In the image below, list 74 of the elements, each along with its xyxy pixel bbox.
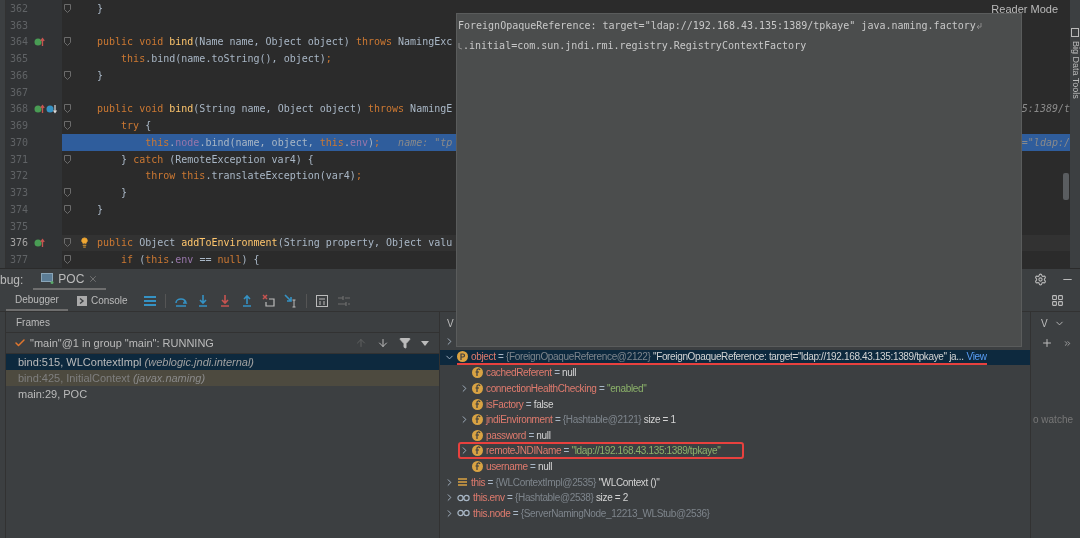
filter-icon[interactable]	[399, 337, 411, 349]
console-icon	[76, 295, 87, 306]
override-icon[interactable]	[34, 237, 45, 248]
monitor-icon	[41, 273, 55, 284]
layout-icon[interactable]	[142, 293, 157, 308]
trace-icon[interactable]	[336, 293, 351, 308]
code-line: if (this.env == null) {	[120, 253, 260, 268]
fold-marker-icon[interactable]	[63, 104, 71, 114]
override-icon[interactable]	[34, 103, 45, 114]
fold-marker-icon[interactable]	[63, 37, 71, 47]
override-icon[interactable]	[34, 36, 45, 47]
soft-wrap-icon	[975, 21, 983, 30]
variable-entry[interactable]: cachedReferent = null	[486, 365, 577, 381]
variable-entry[interactable]: password = null	[486, 427, 551, 443]
tooltip-text: .initial=com.sun.jndi.rmi.registry.RegistryContextFactory	[463, 39, 807, 53]
debugger-tab[interactable]: Debugger	[6, 290, 68, 311]
code-line: this.node.bind(name, object, this.env); name: "tp	[144, 135, 453, 150]
stack-frame[interactable]: main:29, POC	[6, 386, 439, 402]
inline-value-hint: 5:1389/t	[1021, 102, 1070, 117]
code-line: try {	[120, 119, 152, 134]
dropdown-caret-icon[interactable]	[421, 340, 429, 346]
variable-entry[interactable]: this.env = {Hashtable@2538} size = 2	[473, 490, 628, 506]
variable-entry[interactable]: isFactory = false	[486, 396, 554, 412]
database-icon[interactable]	[1071, 28, 1079, 37]
down-arrow-icon[interactable]	[377, 337, 389, 349]
lightbulb-icon[interactable]	[79, 237, 90, 249]
stack-frame[interactable]: bind:515, WLContextImpl (weblogic.jndi.internal)	[6, 354, 439, 370]
code-line: public void bind(Name name, Object object) throws NamingExc	[97, 35, 453, 50]
fold-marker-icon[interactable]	[63, 238, 71, 248]
code-line: public Object addToEnvironment(String property, Object valu	[97, 236, 453, 251]
implemented-icon[interactable]	[46, 103, 57, 114]
add-watch-icon[interactable]	[1041, 337, 1053, 349]
wrap-mark-icon	[458, 41, 463, 50]
tooltip-text: ForeignOpaqueReference: target="ldap://192.168.43.135:1389/tpkaye" java.naming.factory	[458, 19, 976, 33]
variable-entry[interactable]: connectionHealthChecking = "enabled"	[486, 381, 647, 397]
panel-title: bug:	[0, 271, 25, 289]
panel-header: Frames	[16, 315, 50, 330]
layout-grid-icon[interactable]	[1051, 294, 1064, 307]
fold-marker-icon[interactable]	[63, 188, 71, 198]
close-icon[interactable]	[88, 273, 99, 284]
panel-header: V	[447, 316, 454, 331]
code-line: }	[97, 1, 104, 16]
code-line: public void bind(String name, Object object) throws NamingE	[97, 102, 453, 117]
fold-marker-icon[interactable]	[63, 154, 71, 164]
code-line: }	[97, 202, 104, 217]
code-line: throw this.translateException(var4);	[144, 169, 362, 184]
variable-entry[interactable]: object = {ForeignOpaqueReference@2122} "ForeignOpaqueReference: target="ldap://192.168.43.135:1389/tpkaye" ja...	[471, 348, 964, 364]
code-line: this.bind(name.toString(), object);	[120, 52, 332, 67]
inline-value-hint: ="ldap:/	[1021, 135, 1070, 150]
calculator-icon[interactable]	[314, 293, 329, 308]
debugger-tab[interactable]: Console	[67, 290, 137, 311]
variable-entry[interactable]: jndiEnvironment = {Hashtable@2121} size = 1	[486, 412, 676, 428]
fold-marker-icon[interactable]	[63, 255, 71, 265]
more-icon[interactable]	[1063, 338, 1072, 348]
code-line: } catch (RemoteException var4) {	[120, 152, 314, 167]
fold-marker-icon[interactable]	[63, 70, 71, 80]
run-to-cursor-icon[interactable]	[283, 293, 298, 308]
fold-marker-icon[interactable]	[63, 204, 71, 214]
drop-frame-icon[interactable]	[261, 293, 276, 308]
settings-icon[interactable]	[1034, 273, 1047, 286]
line-number: 376	[8, 236, 28, 251]
fold-marker-icon[interactable]	[63, 121, 71, 131]
variable-entry[interactable]: this = {WLContextImpl@2535} "WLContext ()"	[471, 474, 660, 490]
thread-selector[interactable]: "main"@1 in group "main": RUNNING	[30, 334, 214, 352]
check-icon	[14, 337, 26, 349]
code-line: }	[97, 68, 104, 83]
panel-header: V	[1041, 316, 1048, 331]
editor-scrollbar-thumb[interactable]	[1063, 173, 1069, 200]
view-link[interactable]: View	[966, 348, 987, 364]
variable-entry[interactable]: remoteJNDIName = "ldap://192.168.43.135:1389/tpkaye"	[486, 443, 721, 459]
variable-entry[interactable]: this.node = {ServerNamingNode_12213_WLStub@2536}	[473, 505, 713, 521]
variable-entry[interactable]: username = null	[486, 459, 553, 475]
code-line: }	[120, 186, 128, 201]
fold-marker-icon[interactable]	[63, 3, 71, 13]
